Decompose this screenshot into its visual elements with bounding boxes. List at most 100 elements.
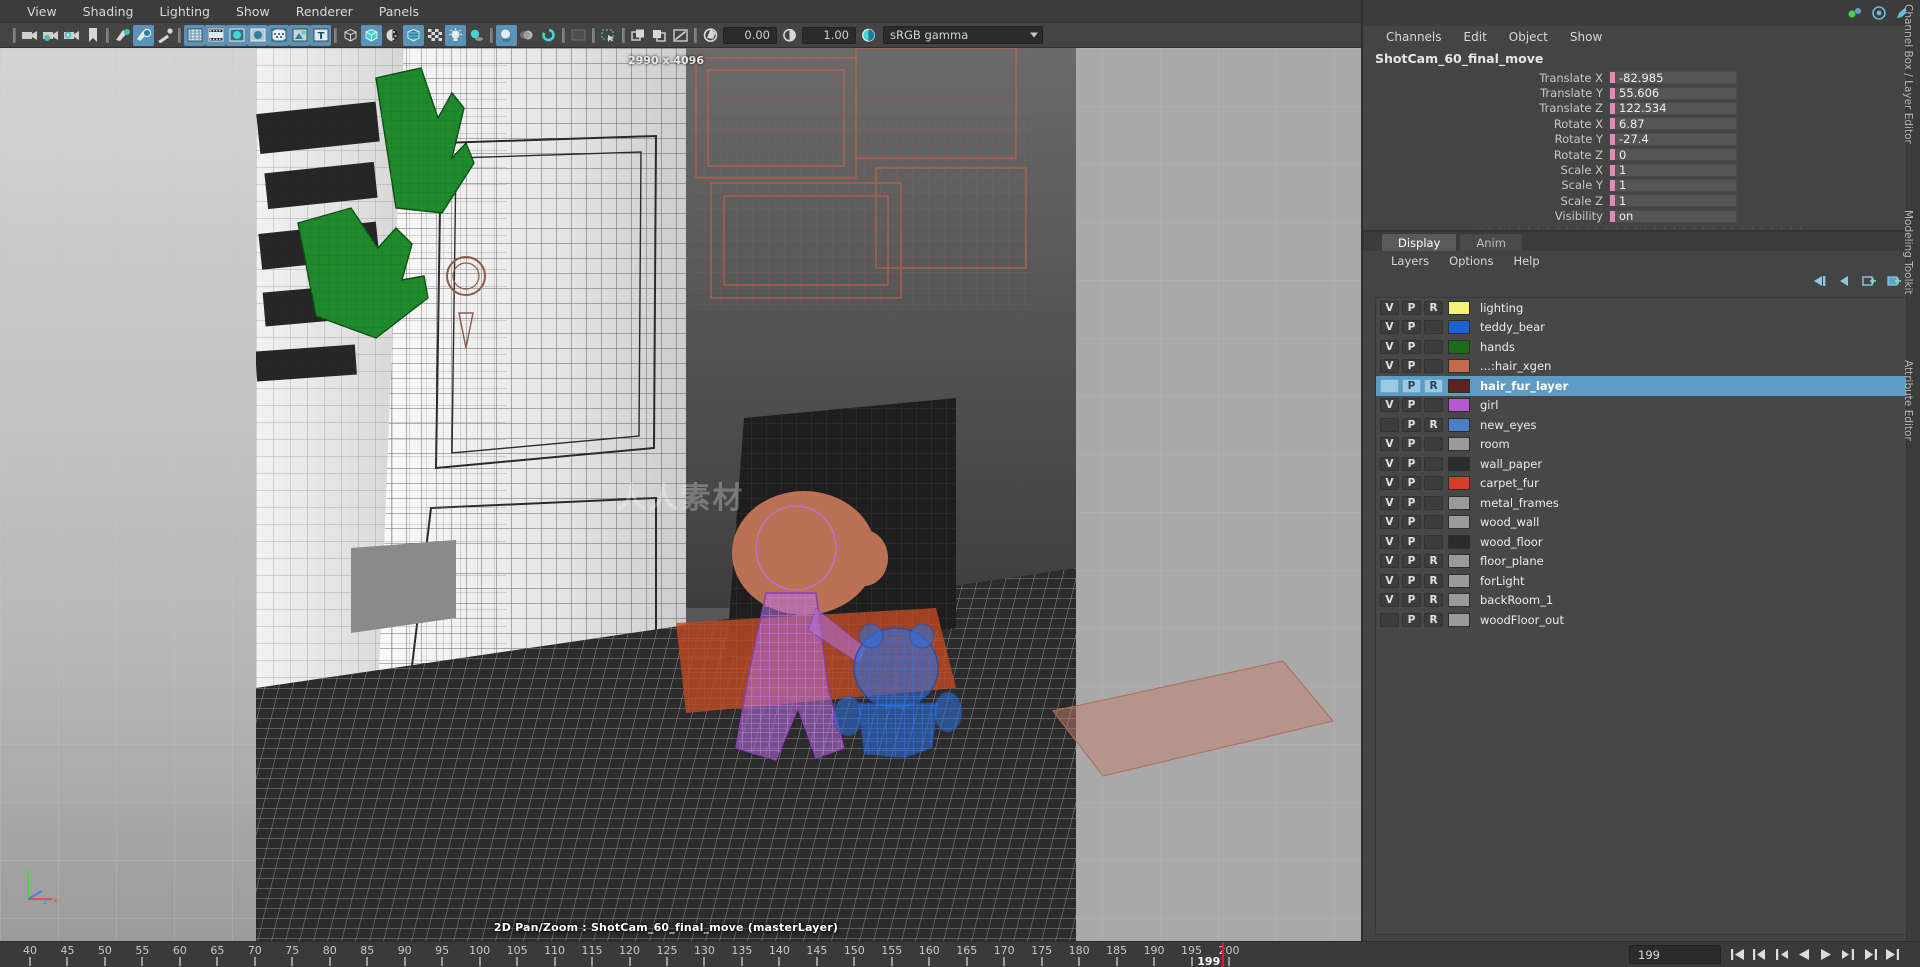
menu-panels[interactable]: Panels: [366, 0, 432, 23]
layer-list[interactable]: VPRlightingVPteddy_bearVPhandsVP...:hair…: [1375, 297, 1912, 935]
layer-row[interactable]: PRwoodFloor_out: [1376, 610, 1911, 630]
camera-icon[interactable]: [19, 25, 40, 46]
layer-visibility-toggle[interactable]: V: [1380, 320, 1399, 334]
texture-icon[interactable]: [403, 25, 424, 46]
layer-reference-toggle[interactable]: [1424, 535, 1443, 549]
isolate-select-icon[interactable]: [598, 25, 619, 46]
layer-playback-toggle[interactable]: P: [1402, 515, 1421, 529]
layer-row[interactable]: VPRbackRoom_1: [1376, 591, 1911, 611]
step-back-key-icon[interactable]: [1749, 945, 1770, 965]
channel-value-field[interactable]: -27.4: [1609, 133, 1737, 146]
layer-playback-toggle[interactable]: P: [1402, 301, 1421, 315]
gamma-icon[interactable]: [779, 25, 800, 46]
layer-row[interactable]: VPteddy_bear: [1376, 318, 1911, 338]
wireframe-icon[interactable]: [340, 25, 361, 46]
camera-unlock-icon[interactable]: [61, 25, 82, 46]
layer-visibility-toggle[interactable]: V: [1380, 398, 1399, 412]
go-to-start-icon[interactable]: [1727, 945, 1748, 965]
gamma-field[interactable]: 1.00: [802, 27, 856, 44]
layer-playback-toggle[interactable]: P: [1402, 457, 1421, 471]
layer-reference-toggle[interactable]: [1424, 437, 1443, 451]
layer-playback-toggle[interactable]: P: [1402, 437, 1421, 451]
layer-playback-toggle[interactable]: P: [1402, 359, 1421, 373]
layer-visibility-toggle[interactable]: [1380, 613, 1399, 627]
layer-playback-toggle[interactable]: P: [1402, 593, 1421, 607]
channel-row[interactable]: Translate X-82.985: [1363, 70, 1920, 85]
layer-reference-toggle[interactable]: R: [1424, 593, 1443, 607]
layer-color-swatch[interactable]: [1448, 457, 1470, 471]
layer-visibility-toggle[interactable]: V: [1380, 496, 1399, 510]
layer-visibility-toggle[interactable]: V: [1380, 574, 1399, 588]
layer-color-swatch[interactable]: [1448, 535, 1470, 549]
channel-row[interactable]: Scale Z1: [1363, 193, 1920, 208]
exposure-field[interactable]: 0.00: [723, 27, 777, 44]
channelbox-menu-show[interactable]: Show: [1559, 26, 1613, 48]
channel-value-field[interactable]: 1: [1609, 164, 1737, 177]
layer-visibility-toggle[interactable]: V: [1380, 535, 1399, 549]
layer-visibility-toggle[interactable]: [1380, 418, 1399, 432]
layer-visibility-toggle[interactable]: [1380, 379, 1399, 393]
channel-value-field[interactable]: 1: [1609, 179, 1737, 192]
viewport-3d[interactable]: 2990 x 4096 2D Pan/Zoom : ShotCam_60_fin…: [0, 48, 1361, 941]
motion-blur-icon[interactable]: [517, 25, 538, 46]
text-overlay-icon[interactable]: T: [310, 25, 331, 46]
layer-visibility-toggle[interactable]: V: [1380, 359, 1399, 373]
layer-playback-toggle[interactable]: P: [1402, 535, 1421, 549]
xray-joints-icon[interactable]: [649, 25, 670, 46]
layer-visibility-toggle[interactable]: V: [1380, 554, 1399, 568]
channel-row[interactable]: Scale X1: [1363, 162, 1920, 177]
channel-value-field[interactable]: 0: [1609, 148, 1737, 161]
menu-lighting[interactable]: Lighting: [146, 0, 223, 23]
layer-visibility-toggle[interactable]: V: [1380, 476, 1399, 490]
screen-space-ao-icon[interactable]: [496, 25, 517, 46]
color-management-icon[interactable]: [858, 25, 879, 46]
channel-value-field[interactable]: 6.87: [1609, 117, 1737, 130]
step-forward-key-icon[interactable]: [1859, 945, 1880, 965]
layer-playback-toggle[interactable]: P: [1402, 379, 1421, 393]
layer-reference-toggle[interactable]: [1424, 476, 1443, 490]
layer-color-swatch[interactable]: [1448, 359, 1470, 373]
channelbox-menu-edit[interactable]: Edit: [1453, 26, 1498, 48]
film-pixel-icon[interactable]: [268, 25, 289, 46]
depth-of-field-icon[interactable]: [538, 25, 559, 46]
layer-playback-toggle[interactable]: P: [1402, 613, 1421, 627]
layer-reference-toggle[interactable]: [1424, 359, 1443, 373]
layer-reference-toggle[interactable]: [1424, 496, 1443, 510]
tab-anim[interactable]: Anim: [1459, 233, 1523, 251]
snapshot-icon[interactable]: [670, 25, 691, 46]
layer-color-swatch[interactable]: [1448, 496, 1470, 510]
playhead[interactable]: [1222, 942, 1224, 967]
layer-row[interactable]: VPgirl: [1376, 396, 1911, 416]
layer-color-swatch[interactable]: [1448, 574, 1470, 588]
channel-row[interactable]: Scale Y1: [1363, 178, 1920, 193]
layer-playback-toggle[interactable]: P: [1402, 320, 1421, 334]
channel-row[interactable]: Visibilityon: [1363, 209, 1920, 224]
image-plane-icon[interactable]: [133, 25, 154, 46]
tab-display[interactable]: Display: [1381, 233, 1457, 251]
layer-playback-toggle[interactable]: P: [1402, 418, 1421, 432]
layer-color-swatch[interactable]: [1448, 613, 1470, 627]
layer-playback-toggle[interactable]: P: [1402, 574, 1421, 588]
layer-row[interactable]: VPmetal_frames: [1376, 493, 1911, 513]
layer-color-swatch[interactable]: [1448, 593, 1470, 607]
layer-row[interactable]: VPRlighting: [1376, 298, 1911, 318]
channel-value-field[interactable]: 122.534: [1609, 102, 1737, 115]
layer-reference-toggle[interactable]: [1424, 515, 1443, 529]
layer-menu-help[interactable]: Help: [1503, 251, 1549, 271]
layer-row[interactable]: VPwall_paper: [1376, 454, 1911, 474]
play-backwards-icon[interactable]: [1793, 945, 1814, 965]
layer-color-swatch[interactable]: [1448, 379, 1470, 393]
layer-row[interactable]: VPRforLight: [1376, 571, 1911, 591]
layer-row[interactable]: VPwood_floor: [1376, 532, 1911, 552]
color-profile-dropdown[interactable]: sRGB gamma: [883, 26, 1043, 44]
bookmark-icon[interactable]: [82, 25, 103, 46]
layer-playback-toggle[interactable]: P: [1402, 476, 1421, 490]
play-forwards-icon[interactable]: [1815, 945, 1836, 965]
layer-color-swatch[interactable]: [1448, 340, 1470, 354]
safe-action-icon[interactable]: [226, 25, 247, 46]
channel-row[interactable]: Rotate X6.87: [1363, 116, 1920, 131]
dock-label-modeling[interactable]: Modeling Toolkit: [1902, 210, 1914, 295]
menu-renderer[interactable]: Renderer: [283, 0, 366, 23]
layer-color-swatch[interactable]: [1448, 476, 1470, 490]
layer-row[interactable]: VP...:hair_xgen: [1376, 357, 1911, 377]
